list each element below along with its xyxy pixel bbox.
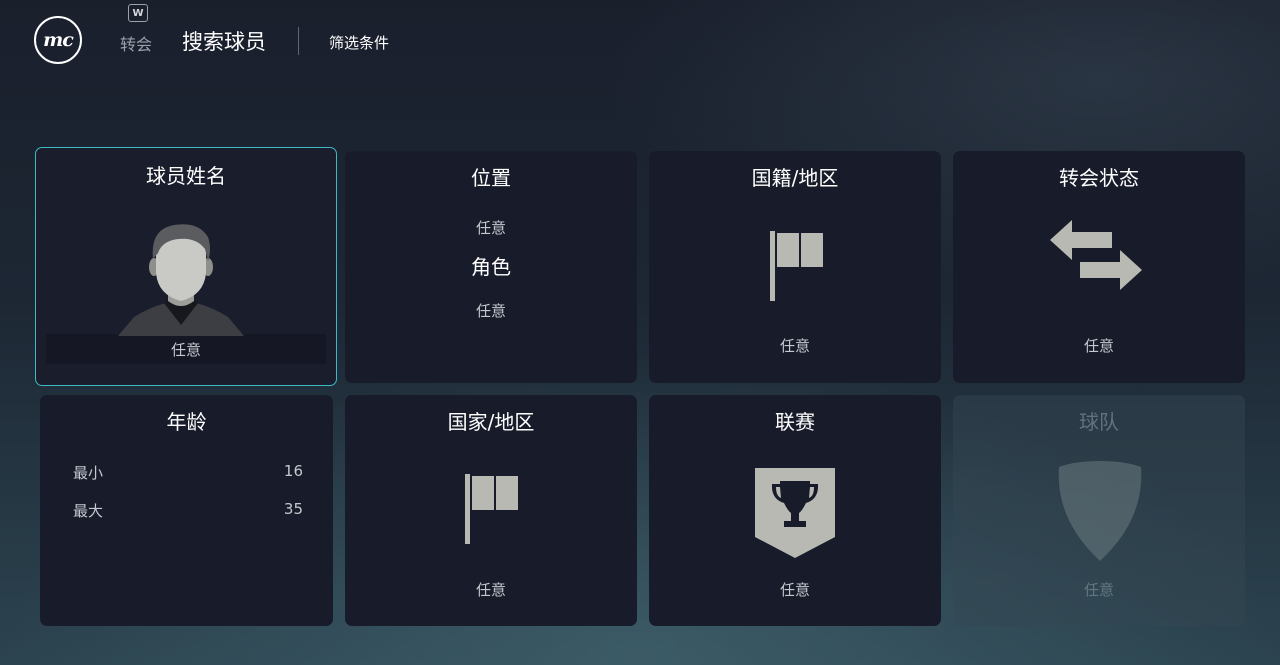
breadcrumb-transfers[interactable]: 转会 [120,31,152,55]
card-value: 任意 [779,337,810,355]
key-hint-badge: W [128,4,148,22]
age-card[interactable]: 年龄 最小 16 最大 35 [40,395,333,626]
role-value: 任意 [475,302,506,320]
card-title: 位置 [471,166,511,190]
card-title: 球员姓名 [146,164,226,188]
transfer-arrows-icon [1048,217,1144,299]
position-card[interactable]: 位置 任意 角色 任意 [345,151,637,383]
section-label: 筛选条件 [329,34,390,52]
card-title: 国家/地区 [447,410,535,434]
card-value: 任意 [170,341,201,359]
flag-icon [768,229,828,307]
country-card[interactable]: 国家/地区 任意 [345,395,637,626]
card-title: 联赛 [775,410,815,434]
card-value: 任意 [779,581,810,599]
nationality-card[interactable]: 国籍/地区 任意 [649,151,941,383]
age-max-value: 35 [283,500,303,518]
flag-icon [463,472,523,550]
app-logo: mc [34,16,82,64]
role-title: 角色 [471,255,511,279]
logo-text: mc [43,29,74,51]
age-min-label: 最小 [73,464,104,482]
header-divider [298,27,299,55]
card-title: 球队 [1079,410,1119,434]
card-value: 任意 [1083,581,1114,599]
position-value: 任意 [475,219,506,237]
age-max-label: 最大 [73,502,104,520]
card-value: 任意 [475,581,506,599]
card-title: 转会状态 [1059,166,1139,190]
player-silhouette-icon [116,221,246,336]
club-crest-icon [1055,459,1145,567]
team-card: 球队 任意 [953,395,1245,626]
transfer-status-card[interactable]: 转会状态 任意 [953,151,1245,383]
card-value: 任意 [1083,337,1114,355]
league-card[interactable]: 联赛 任意 [649,395,941,626]
age-min-value: 16 [283,462,303,480]
card-title: 年龄 [166,410,207,434]
trophy-shield-icon [754,467,836,563]
card-title: 国籍/地区 [751,166,839,190]
player-name-card[interactable]: 球员姓名 任意 [35,147,337,386]
page-title: 搜索球员 [182,30,266,54]
